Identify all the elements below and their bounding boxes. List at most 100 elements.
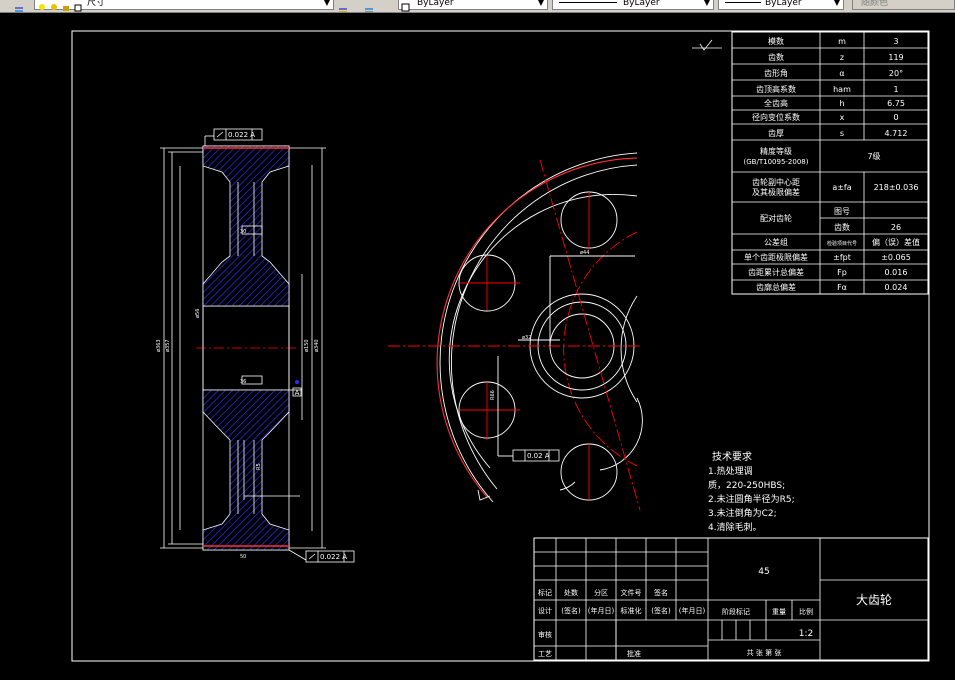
lineweight-value: ByLayer [765,0,802,8]
runout-tolerance-bottom: 0.022 A [288,549,355,563]
param-value: 4.712 [885,129,908,138]
tech-req-line: 1.热处理调 [708,465,753,477]
title-block: 45 大齿轮 1:2 阶段标记 重量 比例 共 张 第 张 标记 处数 分区 文件号 签… [533,537,929,661]
datum-a-label: A [295,389,300,397]
title-block-header: 分区 [594,588,608,597]
center-label-2: 及其极限偏差 [752,187,800,197]
approve-label: 批准 [627,649,641,658]
runout-bottom-text: 0.022 A [320,553,347,561]
color-swatch-icon [401,0,411,12]
chevron-down-icon[interactable]: ▼ [702,0,712,8]
group-symbol: 检验项目代号 [827,240,857,247]
runout-top-text: 0.022 A [228,131,255,139]
param-symbol: α [839,69,844,78]
plotstyle-value: 随颜色 [861,0,889,8]
param-value: 1 [893,85,898,94]
lock-icon [61,0,71,11]
layer-manager-icon[interactable] [14,0,24,12]
svg-text:ø56: ø56 [195,309,201,318]
gear-parameter-table: 模数 m 3 齿数 z 119 齿形角 α 20° 齿顶高系数 ham 1 全齿高 h 6.75 径向变位系数… [731,31,929,295]
title-block-design-cell: (年月日) [679,606,706,615]
svg-text:36: 36 [240,379,246,385]
title-block-design-cell: (签名) [561,606,581,615]
accuracy-value: 7级 [867,151,880,161]
runout-tolerance-mid: 0.02 A [512,449,560,462]
chevron-down-icon[interactable]: ▼ [322,0,332,8]
scale-value: 1:2 [799,629,813,639]
color-value: ByLayer [417,0,454,8]
chevron-down-icon[interactable]: ▼ [832,0,842,8]
param-name: 齿形角 [764,68,788,78]
runout-tolerance-top: 0.022 A [204,128,263,146]
svg-text:50: 50 [240,554,246,560]
process-label: 工艺 [538,650,552,658]
param-symbol: s [840,129,844,138]
gear-front-view [388,152,643,511]
runout-mid-text: 0.02 A [527,452,550,460]
review-label: 审核 [538,630,552,639]
tech-req-line: 4.清除毛刺。 [708,521,762,533]
drawing-canvas[interactable]: A ø363 ø357 ø150 ø340 ø56 R5 50 30 36 0.… [0,12,955,676]
param-symbol: ham [833,85,851,94]
svg-text:ø150: ø150 [304,339,310,352]
title-block-header: 签名 [654,588,668,597]
tech-req-title: 技术要求 [712,450,752,463]
title-block-design-cell: 标准化 [621,606,642,615]
lightbulb-icon [37,0,47,10]
param-name: 齿厚 [768,129,784,138]
title-block-design-cell: (签名) [651,606,671,615]
color-combo[interactable]: ByLayer ▼ [398,0,548,12]
center-value: 218±0.036 [874,183,919,192]
pitch-value: ±0.065 [881,253,911,262]
cumulative-symbol: Fp [837,268,847,277]
center-symbol: a±fa [832,183,851,192]
datum-a-marker: A [289,380,302,397]
profile-label: 齿廓总偏差 [756,282,796,292]
lineweight-combo[interactable]: ByLayer ▼ [718,0,844,10]
linetype-combo[interactable]: ByLayer ▼ [552,0,714,10]
plotstyle-combo[interactable]: 随颜色 [852,0,955,10]
tech-req-line: 2.未注圆角半径为R5; [708,493,795,505]
color-swatch-icon [73,0,83,12]
param-value: 6.75 [887,99,905,108]
title-block-header: 标记 [538,588,552,597]
svg-text:ø32: ø32 [522,335,531,341]
param-name: 齿顶高系数 [756,84,796,94]
material-text: 45 [758,567,769,577]
title-block-design-cell: 设计 [538,606,552,615]
sun-icon [49,0,59,10]
layer-combo[interactable]: 尺寸 ▼ [34,0,334,12]
param-name: 齿数 [768,52,784,62]
svg-text:R66: R66 [490,390,496,400]
layer-name-text: 尺寸 [87,0,106,8]
group-label: 公差组 [764,237,788,247]
scale-label: 比例 [799,607,813,616]
svg-text:ø363: ø363 [156,339,162,352]
tech-req-line: 质，220-250HBS; [708,479,785,491]
title-block-header: 文件号 [621,588,642,597]
mating-label: 配对齿轮 [760,213,792,223]
param-name: 全齿高 [764,98,788,108]
param-value: 0 [893,113,898,122]
weight-label: 重量 [772,608,786,616]
svg-text:ø357: ø357 [165,339,171,352]
svg-text:R5: R5 [256,463,262,470]
stage-label: 阶段标记 [722,607,750,616]
pitch-label: 单个齿距极限偏差 [744,252,808,262]
param-symbol: z [840,53,844,62]
param-symbol: m [838,37,846,46]
tech-req-line: 3.未注倒角为C2; [708,507,777,519]
mating-teeth-value: 26 [891,223,901,232]
lineweight-sample [725,2,761,3]
svg-text:ø44: ø44 [580,250,589,256]
layer-previous-icon[interactable] [364,0,374,12]
accuracy-std: (GB/T10095-2008) [744,158,809,166]
make-layer-current-icon[interactable] [338,0,348,12]
mating-teeth-label: 齿数 [834,222,850,232]
cumulative-label: 齿距累计总偏差 [748,267,804,277]
tech-requirements: 技术要求 1.热处理调 质，220-250HBS; 2.未注圆角半径为R5; 3… [708,450,795,533]
title-block-design-cell: (年月日) [588,606,615,615]
param-value: 20° [889,69,903,78]
chevron-down-icon[interactable]: ▼ [536,0,546,8]
linetype-sample [559,2,617,3]
